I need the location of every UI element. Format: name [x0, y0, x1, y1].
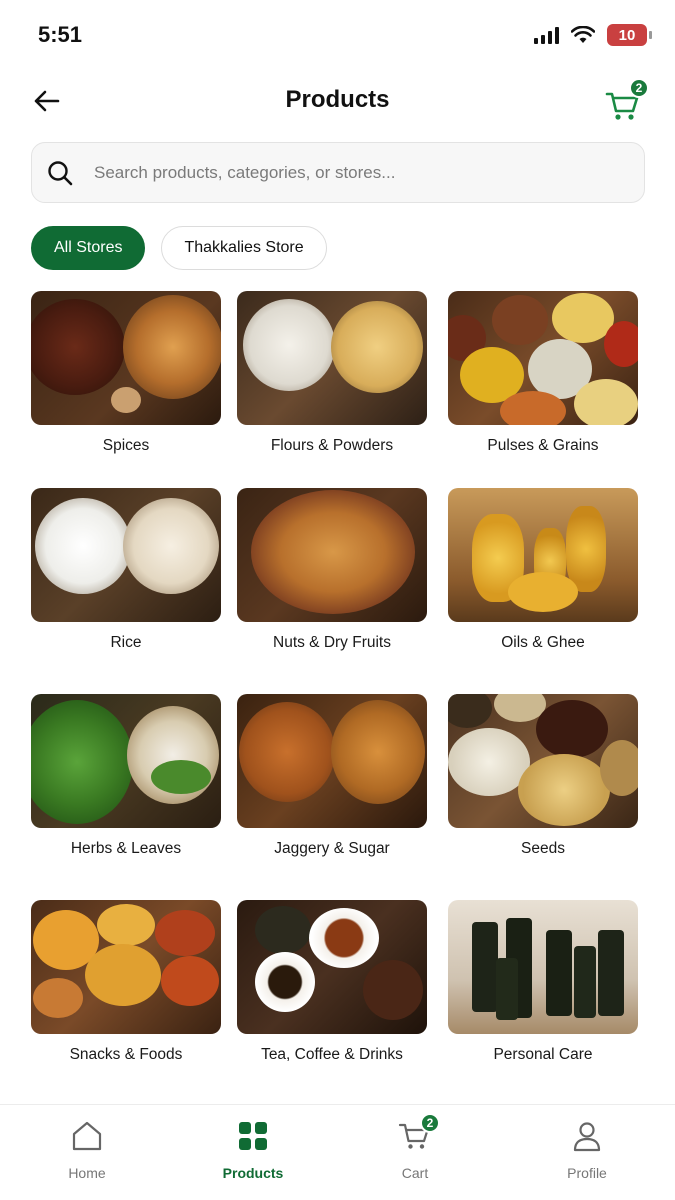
category-tile-seeds[interactable]: Seeds [448, 694, 638, 858]
category-image [237, 291, 427, 425]
category-label: Nuts & Dry Fruits [273, 634, 391, 651]
category-tile-nuts-dry-fruits[interactable]: Nuts & Dry Fruits [237, 488, 427, 652]
profile-icon [573, 1122, 601, 1152]
category-image [448, 694, 638, 828]
category-image [448, 291, 638, 425]
category-tile-tea-coffee-drinks[interactable]: Tea, Coffee & Drinks [237, 900, 427, 1064]
category-label: Jaggery & Sugar [274, 840, 390, 857]
category-label: Personal Care [493, 1046, 593, 1063]
cart-nav-badge: 2 [420, 1113, 440, 1133]
nav-label: Cart [401, 1165, 429, 1181]
home-icon [72, 1121, 102, 1151]
category-image [31, 694, 221, 828]
category-tile-herbs-leaves[interactable]: Herbs & Leaves [31, 694, 221, 858]
category-tile-spices[interactable]: Spices [31, 291, 221, 455]
search-icon [48, 160, 73, 185]
category-label: Spices [102, 437, 150, 454]
nav-item-home[interactable]: Home [32, 1119, 142, 1181]
category-tile-personal-care[interactable]: Personal Care [448, 900, 638, 1064]
nav-item-products[interactable]: Products [198, 1119, 308, 1181]
status-bar: 5:51 10 [0, 0, 675, 72]
filter-chip-all-stores[interactable]: All Stores [31, 226, 146, 270]
category-tile-snacks-foods[interactable]: Snacks & Foods [31, 900, 221, 1064]
category-tile-pulses-grains[interactable]: Pulses & Grains [448, 291, 638, 455]
category-label: Herbs & Leaves [70, 840, 182, 857]
cart-count-badge: 2 [629, 78, 649, 98]
store-filter-bar: All Stores Thakkalies Store [31, 226, 327, 270]
category-image [237, 694, 427, 828]
nav-cart-icon-wrap: 2 [398, 1113, 440, 1153]
battery-icon: 10 [607, 24, 652, 46]
category-label: Pulses & Grains [487, 437, 599, 454]
nav-label: Home [68, 1165, 106, 1181]
category-image [237, 900, 427, 1034]
category-label: Flours & Powders [270, 437, 394, 454]
category-image [31, 488, 221, 622]
category-label: Seeds [521, 840, 565, 857]
category-image [31, 291, 221, 425]
header: Products 2 [0, 72, 675, 130]
category-tile-flours-powders[interactable]: Flours & Powders [237, 291, 427, 455]
nav-label: Profile [567, 1165, 607, 1181]
page-title: Products [285, 86, 390, 113]
header-cart-button[interactable]: 2 [603, 78, 649, 124]
category-label: Snacks & Foods [69, 1046, 183, 1063]
status-icons: 10 [534, 24, 652, 46]
category-label: Tea, Coffee & Drinks [261, 1046, 403, 1063]
wifi-icon [571, 26, 595, 43]
category-image [31, 900, 221, 1034]
signal-icon [534, 26, 559, 44]
nav-item-profile[interactable]: Profile [532, 1119, 642, 1181]
search-bar[interactable] [31, 142, 645, 203]
category-image [448, 900, 638, 1034]
category-label: Rice [110, 634, 142, 651]
grid-icon [239, 1122, 267, 1150]
filter-chip-thakkalies-store[interactable]: Thakkalies Store [161, 226, 327, 270]
nav-label: Products [222, 1165, 284, 1181]
category-label: Oils & Ghee [501, 634, 585, 651]
bottom-nav: Home Products 2 Cart Profile [0, 1104, 675, 1200]
category-image [448, 488, 638, 622]
category-tile-rice[interactable]: Rice [31, 488, 221, 652]
category-tile-jaggery-sugar[interactable]: Jaggery & Sugar [237, 694, 427, 858]
search-input[interactable] [94, 162, 594, 183]
status-time: 5:51 [38, 22, 83, 47]
nav-item-cart[interactable]: 2 Cart [360, 1113, 470, 1181]
category-image [237, 488, 427, 622]
category-tile-oils-ghee[interactable]: Oils & Ghee [448, 488, 638, 652]
